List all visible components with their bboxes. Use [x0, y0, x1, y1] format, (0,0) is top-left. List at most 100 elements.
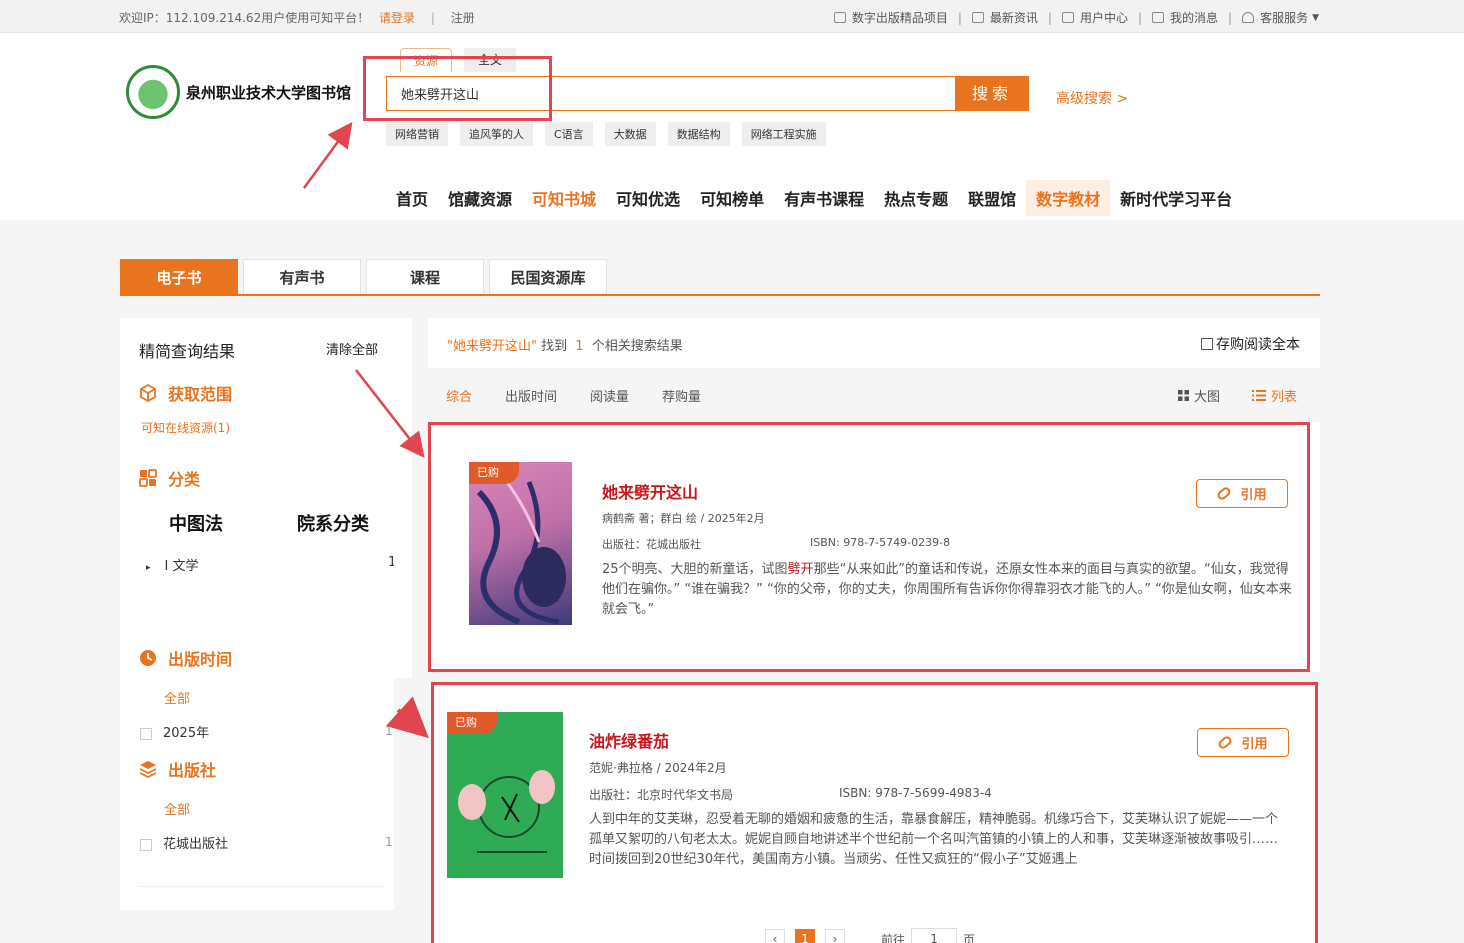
page-number[interactable]: 1	[795, 929, 815, 943]
tab-underline	[120, 294, 1320, 296]
found-text: 找到	[541, 339, 568, 354]
nav-selection[interactable]: 可知优选	[606, 180, 690, 216]
welcome-area: 欢迎IP：112.109.214.62用户使用可知平台！ 请登录 | 注册	[119, 9, 475, 26]
checkbox[interactable]	[140, 838, 152, 851]
classify-row-literature[interactable]: ▸ I 文学	[146, 555, 199, 574]
nav-audio-courses[interactable]: 有声书课程	[774, 180, 874, 216]
cover-art	[476, 471, 566, 625]
hot-tag[interactable]: 追风筝的人	[460, 122, 533, 146]
tab-fulltext[interactable]: 全文	[464, 48, 516, 72]
register-link[interactable]: 注册	[451, 11, 475, 25]
nav-learning-platform[interactable]: 新时代学习平台	[1110, 180, 1242, 216]
hot-tag[interactable]: 网络营销	[386, 122, 448, 146]
search-type-tabs: 资源 全文	[400, 48, 516, 72]
digital-publishing-link[interactable]: 数字出版精品项目	[833, 9, 948, 26]
publisher-row-huacheng[interactable]: 花城出版社	[140, 833, 228, 852]
user-center-link[interactable]: 用户中心	[1061, 9, 1128, 26]
book-author: 病鹤斋 著；群白 绘 / 2025年2月	[602, 512, 765, 525]
search-keyword: "她来劈开这山"	[447, 339, 537, 354]
tab-course[interactable]: 课程	[366, 259, 484, 295]
results-header: "她来劈开这山" 找到 1 个相关搜索结果 存购阅读全本	[428, 318, 1320, 368]
desc-highlight: 劈开	[787, 562, 814, 577]
divider	[140, 886, 384, 887]
book-title[interactable]: 她来劈开这山	[602, 479, 698, 503]
row-label: 花城出版社	[163, 837, 229, 852]
nav-home[interactable]: 首页	[386, 180, 438, 216]
pubtime-row-2025[interactable]: 2025年	[140, 722, 209, 741]
row-count: 1	[385, 724, 393, 738]
tab-republic-archive[interactable]: 民国资源库	[489, 259, 607, 295]
nav-alliance[interactable]: 联盟馆	[958, 180, 1026, 216]
top-links: 数字出版精品项目 | 最新资讯 | 用户中心 | 我的消息 | 客服服务 ▼	[833, 9, 1319, 26]
tab-department-classification[interactable]: 院系分类	[297, 510, 369, 536]
chat-icon	[1152, 12, 1164, 23]
checkbox[interactable]	[140, 727, 152, 740]
tab-audiobook[interactable]: 有声书	[243, 259, 361, 295]
tab-resource[interactable]: 资源	[400, 48, 452, 72]
purchased-badge: 已购	[447, 712, 497, 734]
book-isbn: ISBN: 978-7-5699-4983-4	[839, 786, 992, 800]
advanced-search-link[interactable]: 高级搜索 >	[1056, 88, 1128, 108]
tab-clc-classification[interactable]: 中图法	[169, 510, 223, 536]
scope-online-resources[interactable]: 可知在线资源(1)	[141, 419, 230, 436]
divider: |	[430, 11, 435, 25]
nav-digital-textbook[interactable]: 数字教材	[1026, 180, 1111, 216]
header: 泉州职业技术大学图书馆 资源 全文 搜索 高级搜索 > 网络营销 追风筝的人 C…	[0, 33, 1464, 220]
book-title[interactable]: 油炸绿番茄	[589, 728, 669, 752]
sort-pubtime[interactable]: 出版时间	[505, 386, 557, 405]
nav-hot-topics[interactable]: 热点专题	[874, 180, 958, 216]
messages-link[interactable]: 我的消息	[1152, 9, 1218, 26]
book-card[interactable]: 已购 她来劈开这山 病鹤斋 著；群白 绘 / 2025年2月 出版社：花城出版社…	[428, 422, 1320, 672]
clock-icon	[140, 650, 156, 666]
clear-all-button[interactable]: 清除全部	[326, 339, 378, 358]
pubtime-heading: 出版时间	[139, 646, 232, 670]
search-box	[386, 76, 956, 111]
customer-service-link[interactable]: 客服服务 ▼	[1242, 9, 1319, 26]
view-list-button[interactable]: 列表	[1252, 386, 1297, 405]
cite-button[interactable]: 引用	[1197, 728, 1289, 757]
link-icon	[1216, 485, 1233, 502]
book-card[interactable]: 已购 油炸绿番茄 范妮·弗拉格 / 2024年2月 出版社：北京时代华文书局 I…	[433, 684, 1316, 943]
book-cover[interactable]: 已购	[447, 712, 563, 878]
search-button[interactable]: 搜索	[955, 76, 1029, 111]
scope-heading: 获取范围	[139, 381, 232, 405]
publisher-all[interactable]: 全部	[164, 799, 190, 818]
logo-emblem-icon	[126, 65, 180, 119]
hot-tag[interactable]: C语言	[545, 122, 593, 146]
prev-page-button[interactable]: ‹	[765, 929, 785, 943]
login-link[interactable]: 请登录	[379, 11, 415, 25]
view-grid-button[interactable]: 大图	[1178, 386, 1220, 405]
cite-button[interactable]: 引用	[1196, 479, 1288, 508]
book-cover[interactable]: 已购	[469, 462, 572, 625]
book-publisher: 出版社：花城出版社	[602, 538, 701, 551]
nav-ranking[interactable]: 可知榜单	[690, 180, 774, 216]
page-unit: 页	[963, 932, 976, 943]
checkbox[interactable]	[1201, 338, 1213, 350]
library-logo[interactable]: 泉州职业技术大学图书馆	[126, 65, 351, 119]
cite-label: 引用	[1241, 737, 1268, 752]
row-count: 1	[385, 835, 393, 849]
book-description: 人到中年的艾芙琳，忍受着无聊的婚姻和疲惫的生活，靠暴食解压，精神脆弱。机缘巧合下…	[589, 812, 1279, 867]
nav-bookstore[interactable]: 可知书城	[522, 180, 606, 216]
top-bar: 欢迎IP：112.109.214.62用户使用可知平台！ 请登录 | 注册 数字…	[0, 0, 1464, 33]
hot-tag[interactable]: 大数据	[604, 122, 656, 146]
sort-comprehensive[interactable]: 综合	[446, 386, 472, 405]
pubtime-all[interactable]: 全部	[164, 688, 190, 707]
next-page-button[interactable]: ›	[825, 929, 845, 943]
sidebar-edge	[394, 318, 412, 678]
hot-tag[interactable]: 网络工程实施	[741, 122, 826, 146]
link-label: 客服服务	[1260, 11, 1309, 25]
hot-tag[interactable]: 数据结构	[667, 122, 730, 146]
chevron-down-icon: ▼	[1312, 12, 1319, 23]
page-input[interactable]: 1	[911, 928, 958, 943]
news-link[interactable]: 最新资讯	[971, 9, 1038, 26]
buy-read-full-toggle[interactable]: 存购阅读全本	[1201, 334, 1300, 354]
sort-reads[interactable]: 阅读量	[590, 386, 629, 405]
category-tabs: 电子书 有声书 课程 民国资源库	[120, 259, 612, 295]
cube-icon	[140, 384, 156, 402]
document-icon	[1061, 12, 1074, 23]
search-input[interactable]	[387, 77, 956, 110]
sort-recommend[interactable]: 荐购量	[662, 386, 701, 405]
nav-collection[interactable]: 馆藏资源	[438, 180, 522, 216]
tab-ebook[interactable]: 电子书	[120, 259, 238, 295]
